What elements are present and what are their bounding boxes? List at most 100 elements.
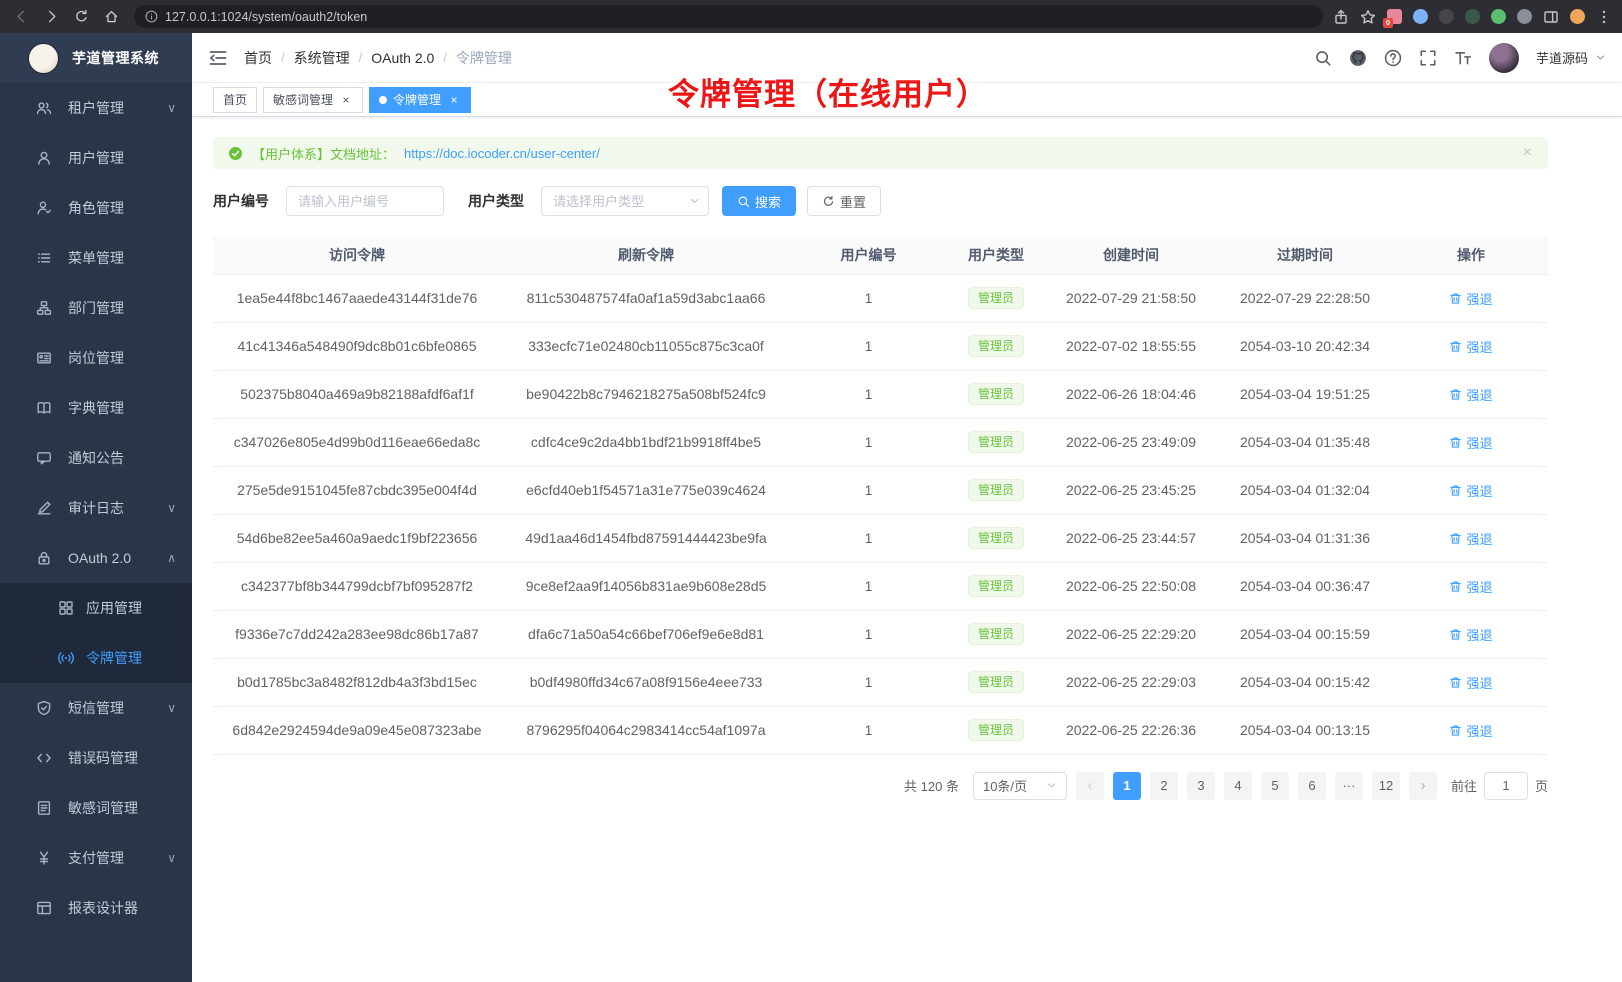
- refresh-token-cell: cdfc4ce9c2da4bb1bdf21b9918ff4be5: [501, 418, 791, 466]
- close-icon[interactable]: ×: [447, 93, 461, 107]
- forward-button[interactable]: [38, 4, 64, 30]
- extension-dark-icon[interactable]: [1439, 9, 1454, 24]
- tab-sensitive-word[interactable]: 敏感词管理×: [263, 87, 363, 113]
- share-icon[interactable]: [1333, 9, 1349, 25]
- page-button-6[interactable]: 6: [1298, 772, 1326, 800]
- font-size-icon[interactable]: [1454, 49, 1472, 67]
- back-button[interactable]: [8, 4, 34, 30]
- doc-link[interactable]: https://doc.iocoder.cn/user-center/: [404, 146, 600, 161]
- force-logout-button[interactable]: 强退: [1449, 337, 1492, 356]
- user-type-cell: 管理员: [946, 514, 1046, 562]
- breadcrumb-item[interactable]: OAuth 2.0: [371, 50, 434, 66]
- bookmark-star-icon[interactable]: [1360, 9, 1376, 25]
- address-bar[interactable]: 127.0.0.1:1024/system/oauth2/token: [134, 5, 1323, 28]
- submenu-oauth2: 应用管理令牌管理: [0, 583, 192, 683]
- user-id-cell: 1: [791, 418, 946, 466]
- side-panel-icon[interactable]: [1543, 9, 1559, 25]
- site-info-icon[interactable]: [145, 10, 158, 23]
- user-id-input[interactable]: [286, 186, 444, 216]
- book-icon: [36, 400, 52, 416]
- page-button-12[interactable]: 12: [1372, 772, 1400, 800]
- extension-puzzle-icon[interactable]: [1517, 9, 1532, 24]
- extension-darkgreen-icon[interactable]: [1465, 9, 1480, 24]
- sidebar-item-oauth2[interactable]: OAuth 2.0∧: [0, 533, 192, 583]
- sidebar-item-sensitive-word[interactable]: 敏感词管理: [0, 783, 192, 833]
- prev-page-button[interactable]: ‹: [1076, 772, 1104, 800]
- force-logout-button[interactable]: 强退: [1449, 289, 1492, 308]
- sidebar-item-report-designer[interactable]: 报表设计器: [0, 883, 192, 933]
- search-button[interactable]: 搜索: [722, 186, 796, 216]
- total-count: 共 120 条: [904, 776, 959, 795]
- force-logout-button[interactable]: 强退: [1449, 481, 1492, 500]
- sidebar-item-pay[interactable]: 支付管理∨: [0, 833, 192, 883]
- sidebar-item-dict[interactable]: 字典管理: [0, 383, 192, 433]
- force-logout-button[interactable]: 强退: [1449, 433, 1492, 452]
- force-logout-button[interactable]: 强退: [1449, 625, 1492, 644]
- next-page-button[interactable]: ›: [1409, 772, 1437, 800]
- sidebar-item-dept[interactable]: 部门管理: [0, 283, 192, 333]
- chevron-down-icon: [1046, 780, 1057, 791]
- github-icon[interactable]: [1349, 49, 1367, 67]
- sidebar-item-role[interactable]: 角色管理: [0, 183, 192, 233]
- page-button-2[interactable]: 2: [1150, 772, 1178, 800]
- collapse-sidebar-icon[interactable]: [208, 48, 228, 68]
- more-pages-button[interactable]: ···: [1335, 772, 1363, 800]
- sidebar-item-post[interactable]: 岗位管理: [0, 333, 192, 383]
- force-logout-button[interactable]: 强退: [1449, 577, 1492, 596]
- column-header: 用户编号: [791, 237, 946, 274]
- user-type-cell: 管理员: [946, 418, 1046, 466]
- edit-icon: [36, 500, 52, 516]
- kebab-menu-icon[interactable]: [1596, 9, 1612, 25]
- back-icon: [14, 9, 29, 24]
- sidebar-item-oauth2-token[interactable]: 令牌管理: [0, 633, 192, 683]
- profile-avatar-icon[interactable]: [1570, 9, 1585, 24]
- expire-time-cell: 2054-03-04 01:35:48: [1216, 418, 1394, 466]
- force-logout-button[interactable]: 强退: [1449, 673, 1492, 692]
- extension-blue-icon[interactable]: [1413, 9, 1428, 24]
- sidebar-item-menu[interactable]: 菜单管理: [0, 233, 192, 283]
- page-size-select[interactable]: 10条/页: [973, 772, 1067, 800]
- close-icon[interactable]: ×: [339, 93, 353, 107]
- browser-nav: [8, 4, 124, 30]
- user-type-select-input[interactable]: [541, 186, 709, 216]
- breadcrumb-separator: /: [443, 50, 447, 65]
- user-avatar[interactable]: [1489, 43, 1519, 73]
- sidebar-item-sms[interactable]: 短信管理∨: [0, 683, 192, 733]
- sidebar-item-audit-log[interactable]: 审计日志∨: [0, 483, 192, 533]
- reload-button[interactable]: [68, 4, 94, 30]
- header-actions: 芋道源码: [1314, 43, 1606, 73]
- action-cell: 强退: [1394, 466, 1548, 514]
- page-button-1[interactable]: 1: [1113, 772, 1141, 800]
- tab-token[interactable]: 令牌管理×: [369, 87, 471, 113]
- user-type-select[interactable]: [541, 186, 709, 216]
- sidebar-item-oauth2-application[interactable]: 应用管理: [0, 583, 192, 633]
- force-logout-button[interactable]: 强退: [1449, 721, 1492, 740]
- question-icon[interactable]: [1384, 49, 1402, 67]
- extension-pink-icon[interactable]: 0: [1387, 9, 1402, 24]
- goto-page-input[interactable]: [1484, 772, 1528, 800]
- force-logout-button[interactable]: 强退: [1449, 385, 1492, 404]
- reset-button[interactable]: 重置: [807, 186, 881, 216]
- home-button[interactable]: [98, 4, 124, 30]
- page-button-4[interactable]: 4: [1224, 772, 1252, 800]
- user-menu[interactable]: 芋道源码: [1536, 48, 1606, 67]
- sidebar-item-user[interactable]: 用户管理: [0, 133, 192, 183]
- page-button-3[interactable]: 3: [1187, 772, 1215, 800]
- page-button-5[interactable]: 5: [1261, 772, 1289, 800]
- user-type-cell: 管理员: [946, 370, 1046, 418]
- sidebar-item-tenant[interactable]: 租户管理∨: [0, 83, 192, 133]
- home-icon: [104, 9, 119, 24]
- breadcrumb-item[interactable]: 首页: [244, 48, 272, 68]
- tab-home[interactable]: 首页: [213, 87, 257, 113]
- search-icon[interactable]: [1314, 49, 1332, 67]
- sidebar-item-error-code[interactable]: 错误码管理: [0, 733, 192, 783]
- breadcrumb-item[interactable]: 系统管理: [294, 48, 350, 68]
- close-icon[interactable]: ×: [1523, 145, 1532, 161]
- user-type-tag: 管理员: [968, 431, 1024, 453]
- goto-page: 前往 页: [1451, 772, 1548, 800]
- force-logout-button[interactable]: 强退: [1449, 529, 1492, 548]
- action-cell: 强退: [1394, 706, 1548, 754]
- sidebar-item-notice[interactable]: 通知公告: [0, 433, 192, 483]
- extension-green-icon[interactable]: [1491, 9, 1506, 24]
- fullscreen-icon[interactable]: [1419, 49, 1437, 67]
